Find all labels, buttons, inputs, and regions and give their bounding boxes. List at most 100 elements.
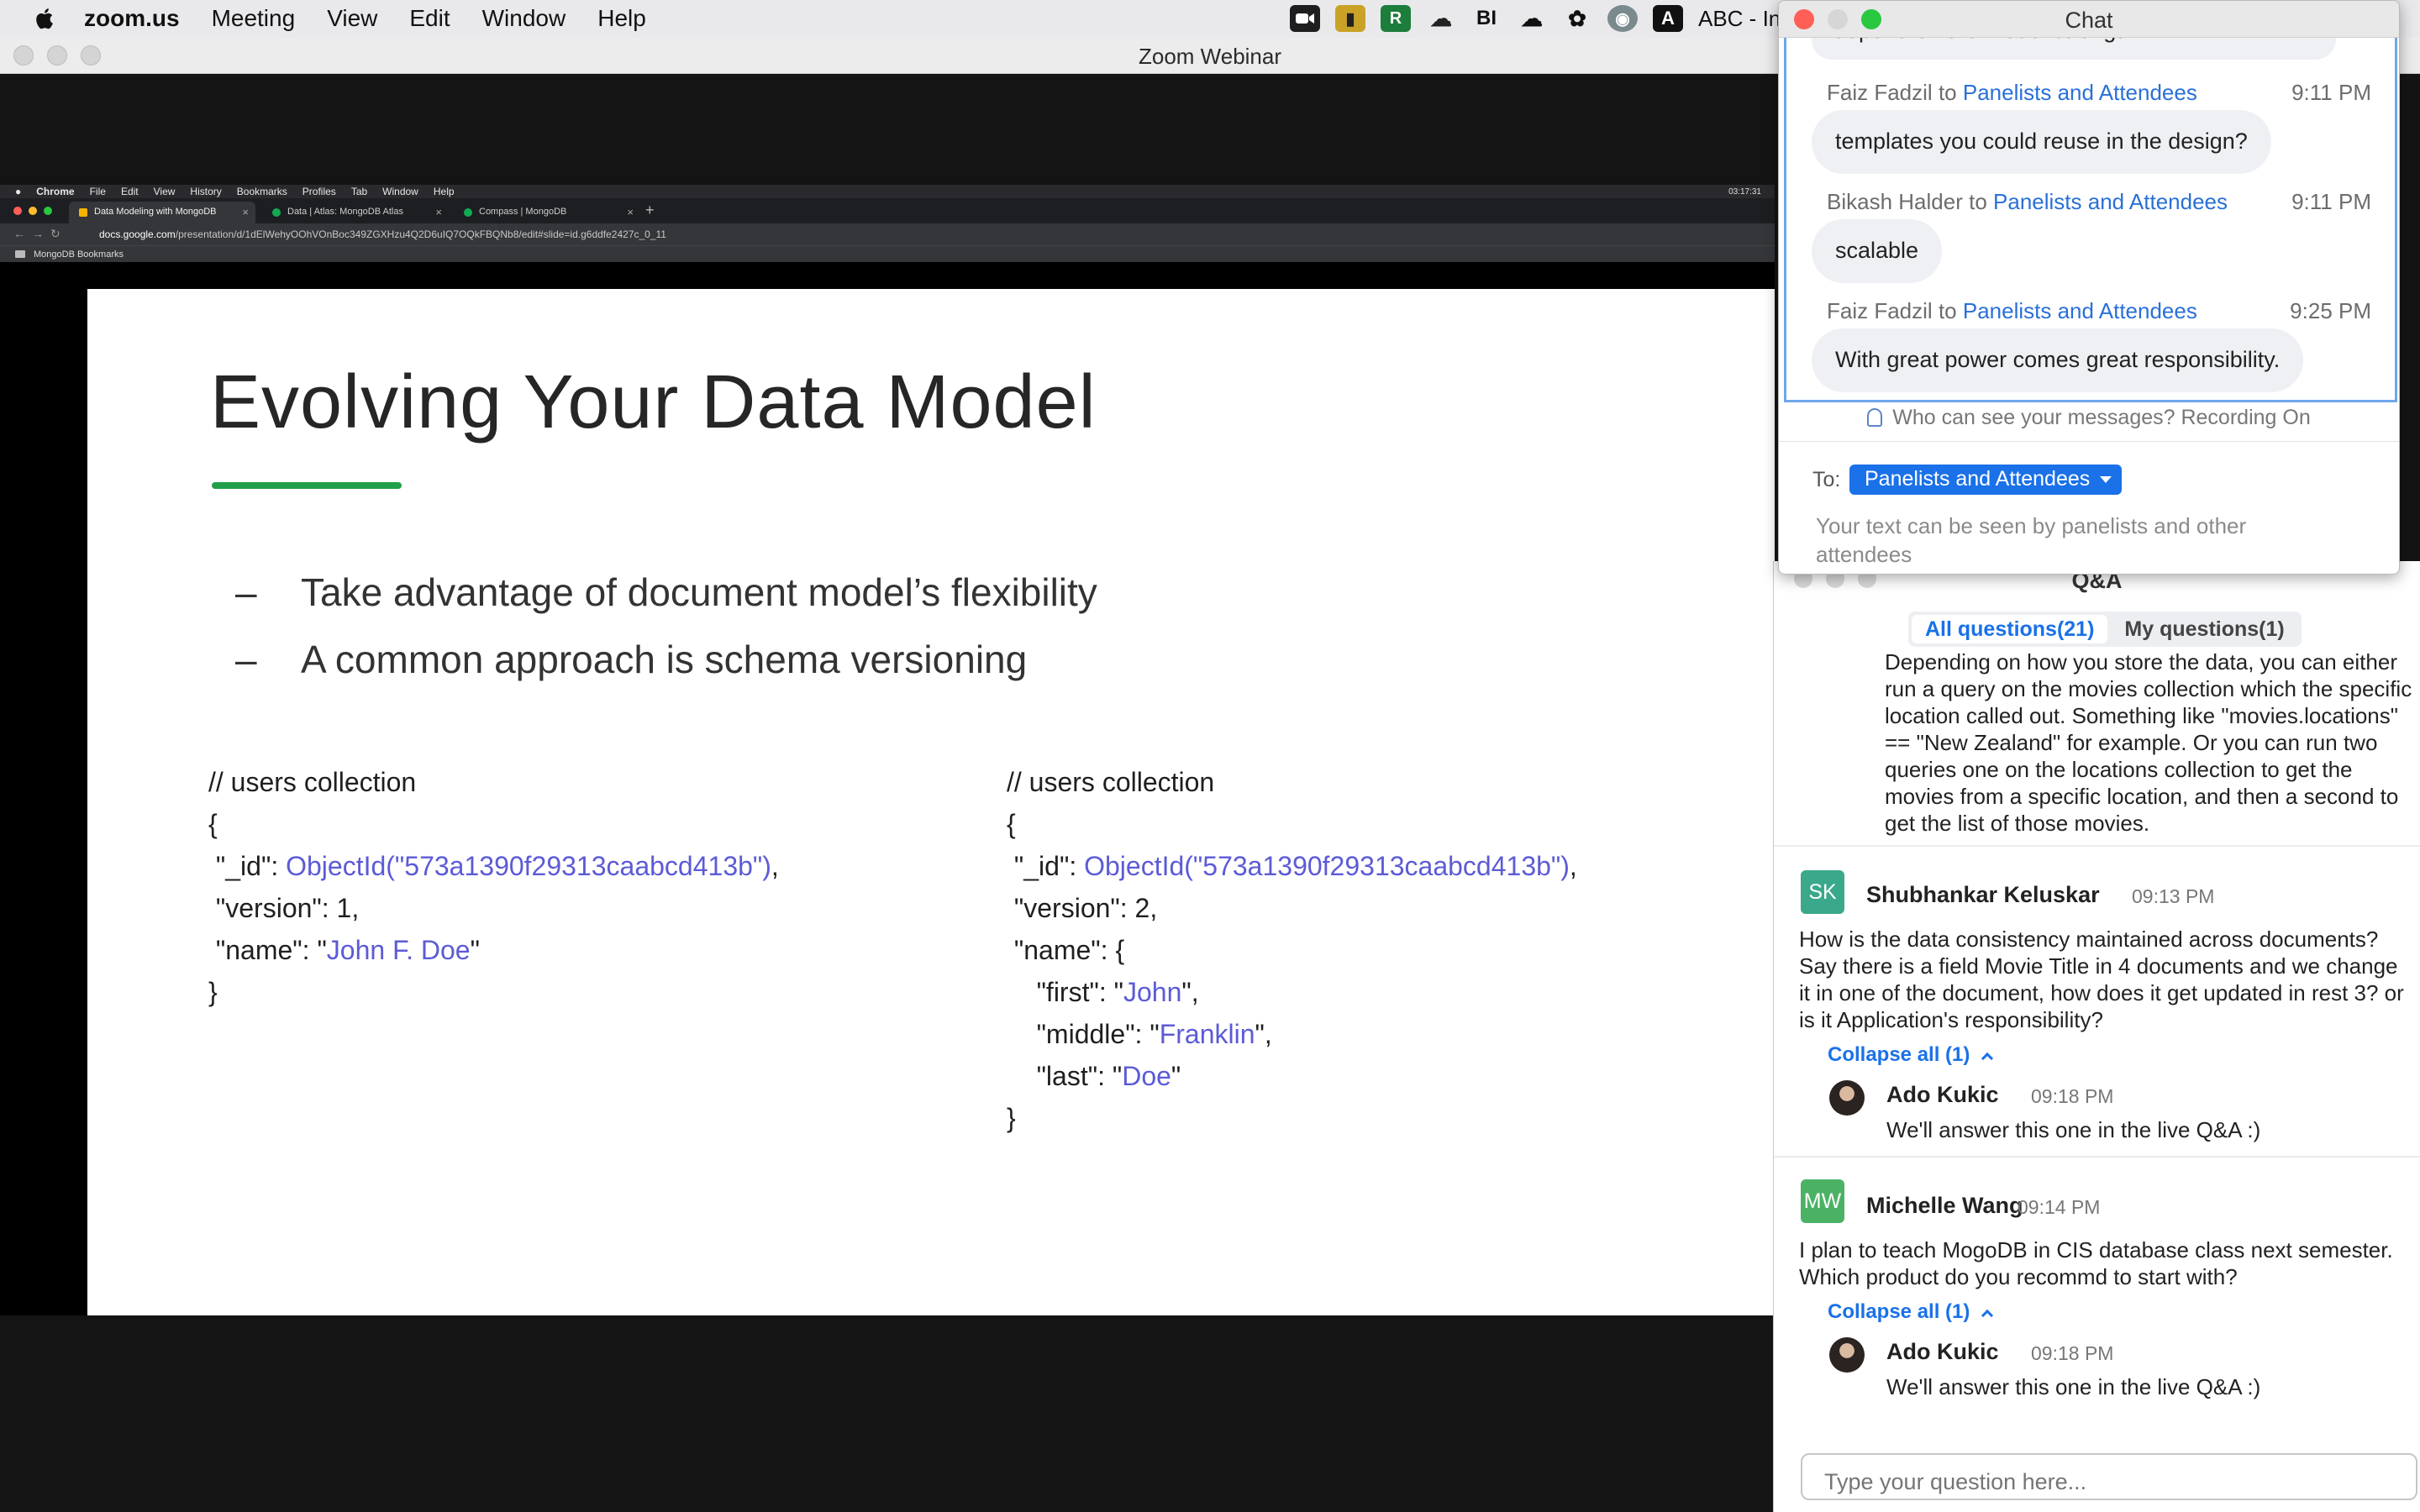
- chat-input[interactable]: Your text can be seen by panelists and o…: [1816, 512, 2253, 569]
- chat-message-bubble: templates you could reuse in the design?: [1812, 110, 2271, 174]
- qa-window: Q&A All questions(21) My questions(1) De…: [1773, 561, 2420, 1512]
- code-key: "middle": ": [1007, 1019, 1160, 1049]
- chrome-minimize-dot: [29, 207, 37, 215]
- code-value: John F. Doe: [326, 935, 471, 965]
- chat-sender-line: Faiz Fadzil to Panelists and Attendees: [1827, 80, 2197, 106]
- input-source-label[interactable]: ABC - In: [1698, 6, 1781, 32]
- tab-all-questions[interactable]: All questions(21): [1912, 615, 2108, 643]
- chat-titlebar: Chat: [1779, 1, 2399, 38]
- reply-text: We'll answer this one in the live Q&A :): [1886, 1374, 2261, 1399]
- chrome-tab-label: Data | Atlas: MongoDB Atlas: [287, 207, 403, 217]
- chrome-url: docs.google.com/presentation/d/1dElWehyO…: [99, 228, 666, 240]
- tab-my-questions[interactable]: My questions(1): [2111, 615, 2297, 643]
- chrome-menu-view: View: [153, 186, 176, 197]
- chrome-menu-history: History: [190, 186, 222, 197]
- slide-title: Evolving Your Data Model: [210, 360, 1097, 444]
- recipient-dropdown[interactable]: Panelists and Attendees: [1849, 465, 2123, 495]
- cloud-icon[interactable]: ☁: [1517, 5, 1547, 32]
- chat-visibility-note[interactable]: Who can see your messages? Recording On: [1779, 406, 2399, 430]
- chat-message-bubble: depend on the model strength: [1812, 38, 2336, 60]
- divider: [1774, 845, 2420, 847]
- menu-app-zoom[interactable]: zoom.us: [84, 5, 180, 32]
- chrome-menu-tab: Tab: [350, 186, 368, 197]
- chevron-up-icon: [1981, 1052, 1994, 1065]
- chrome-menu-file: File: [89, 186, 106, 197]
- text-input-icon[interactable]: A: [1653, 5, 1683, 32]
- chat-message-bubble: With great power comes great responsibil…: [1812, 328, 2304, 392]
- chat-to-word: to: [1938, 80, 1957, 105]
- chat-message-bubble: scalable: [1812, 219, 1943, 283]
- menu-help[interactable]: Help: [597, 5, 646, 32]
- chat-window: Chat depend on the model strength Faiz F…: [1778, 0, 2400, 575]
- chat-sender-line: Bikash Halder to Panelists and Attendees: [1827, 189, 2228, 215]
- presentation-slide: Evolving Your Data Model – Take advantage…: [87, 289, 1775, 1315]
- avatar: [1829, 1080, 1865, 1116]
- collapse-all-link[interactable]: Collapse all (1): [1828, 1043, 1994, 1067]
- menu-view[interactable]: View: [327, 5, 377, 32]
- menu-edit[interactable]: Edit: [409, 5, 450, 32]
- code-punct: ",: [1255, 1019, 1272, 1049]
- chat-recipient[interactable]: Panelists and Attendees: [1963, 298, 2197, 323]
- code-value: Franklin: [1159, 1019, 1255, 1049]
- chat-time: 9:11 PM: [2291, 189, 2371, 214]
- code-comment: // users collection: [1007, 767, 1215, 797]
- reply-text: We'll answer this one in the live Q&A :): [1886, 1117, 2261, 1142]
- green-r-icon[interactable]: R: [1381, 5, 1411, 32]
- chevron-down-icon: [2100, 476, 2112, 483]
- chat-message-list[interactable]: depend on the model strength Faiz Fadzil…: [1784, 38, 2397, 402]
- avatar: [1829, 1337, 1865, 1373]
- url-path: /presentation/d/1dElWehyOOhVOnBoc349ZGXH…: [175, 228, 666, 240]
- chat-recipient[interactable]: Panelists and Attendees: [1963, 80, 2197, 105]
- divider: [1779, 441, 2399, 442]
- code-value: ObjectId("573a1390f29313caabcd413b"): [286, 851, 771, 881]
- gear-badge-icon[interactable]: ✿: [1562, 5, 1592, 32]
- bullet-dash: –: [235, 638, 257, 681]
- bi-icon[interactable]: BI: [1471, 5, 1502, 32]
- collapse-all-link[interactable]: Collapse all (1): [1828, 1300, 1994, 1324]
- code-key: "_id":: [208, 851, 287, 881]
- code-line: "name": {: [1007, 935, 1125, 965]
- shield-icon[interactable]: ▮: [1335, 5, 1365, 32]
- question-text: How is the data consistency maintained a…: [1799, 927, 2404, 1032]
- close-tab-icon: ×: [242, 206, 249, 218]
- nav-arrows-icon: ←→↻: [13, 227, 67, 240]
- chrome-menubar: ● Chrome File Edit View History Bookmark…: [0, 185, 1775, 198]
- weather-icon[interactable]: ☁: [1426, 5, 1456, 32]
- close-tab-icon: ×: [435, 206, 442, 218]
- chrome-menu-edit: Edit: [120, 186, 139, 197]
- previous-answer-text: Depending on how you store the data, you…: [1885, 649, 2412, 836]
- vpn-icon[interactable]: ◉: [1607, 5, 1638, 32]
- code-line: "version": 2,: [1007, 893, 1158, 923]
- code-punct: ": [1171, 1061, 1181, 1091]
- mongodb-favicon-icon: [272, 208, 281, 217]
- visibility-text: Who can see your messages? Recording On: [1892, 406, 2311, 429]
- collapse-label: Collapse all (1): [1828, 1300, 1970, 1323]
- chrome-menu-window: Window: [382, 186, 418, 197]
- chat-recipient[interactable]: Panelists and Attendees: [1993, 189, 2228, 214]
- new-tab-icon: +: [645, 202, 655, 218]
- question-text: I plan to teach MogoDB in CIS database c…: [1799, 1237, 2393, 1289]
- reply-author: Ado Kukic: [1886, 1339, 1999, 1364]
- code-line: "_id": ObjectId("573a1390f29313caabcd413…: [1007, 851, 1577, 881]
- code-key: "first": ": [1007, 977, 1123, 1007]
- question-input[interactable]: [1801, 1453, 2417, 1500]
- code-line: "version": 1,: [208, 893, 360, 923]
- chrome-menu-bookmarks: Bookmarks: [236, 186, 287, 197]
- menu-meeting[interactable]: Meeting: [212, 5, 296, 32]
- divider: [1774, 1156, 2420, 1158]
- chrome-address-bar: ←→↻ docs.google.com/presentation/d/1dElW…: [0, 223, 1775, 245]
- close-tab-icon: ×: [627, 206, 634, 218]
- code-line: "_id": ObjectId("573a1390f29313caabcd413…: [208, 851, 779, 881]
- slide-bullet: – A common approach is schema versioning: [235, 637, 1027, 682]
- code-value: Doe: [1122, 1061, 1171, 1091]
- recipient-value: Panelists and Attendees: [1865, 467, 2091, 491]
- avatar: MW: [1801, 1179, 1844, 1223]
- chat-sender-line: Faiz Fadzil to Panelists and Attendees: [1827, 298, 2197, 324]
- chrome-menu-app: Chrome: [36, 186, 75, 197]
- zoom-camera-icon[interactable]: [1290, 5, 1320, 32]
- chat-to-label: To:: [1812, 468, 1841, 491]
- bullet-dash: –: [235, 570, 257, 614]
- apple-icon[interactable]: [34, 7, 54, 30]
- chrome-tab-atlas: Data | Atlas: MongoDB Atlas ×: [262, 202, 449, 223]
- menu-window[interactable]: Window: [482, 5, 566, 32]
